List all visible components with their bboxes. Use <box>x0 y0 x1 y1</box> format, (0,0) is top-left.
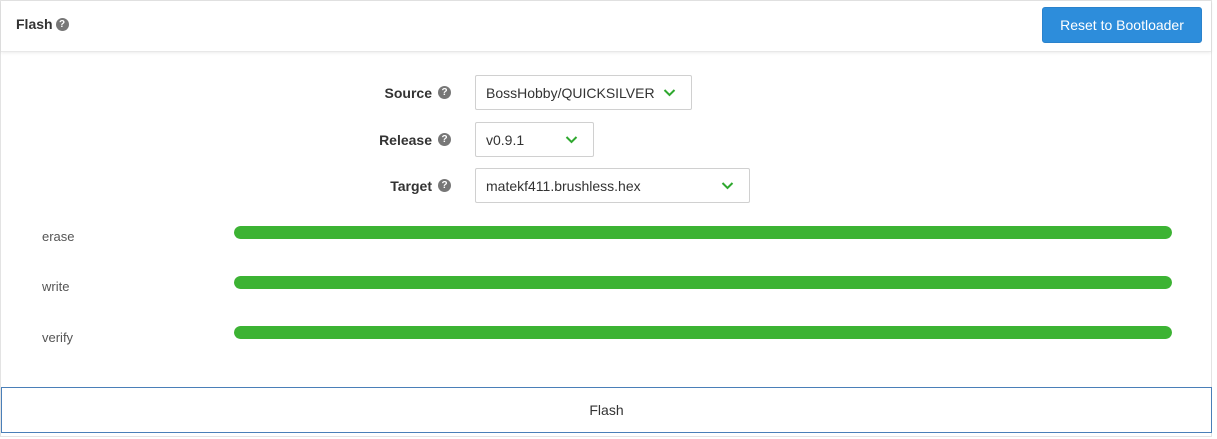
target-select-value: matekf411.brushless.hex <box>486 177 641 194</box>
question-circle-icon[interactable]: ? <box>438 86 451 99</box>
page-title: Flash ? <box>16 16 69 32</box>
page-title-text: Flash <box>16 16 53 32</box>
source-select-value: BossHobby/QUICKSILVER <box>486 84 655 101</box>
progress-label: erase <box>42 229 75 244</box>
release-row: Release ? v0.9.1 <box>1 122 1211 157</box>
flash-button[interactable]: Flash <box>1 387 1212 433</box>
progress-fill <box>234 276 1172 289</box>
source-label: Source ? <box>385 75 451 110</box>
panel-header: Flash ? Reset to Bootloader <box>1 1 1211 52</box>
chevron-down-icon <box>721 182 734 190</box>
target-label-text: Target <box>390 177 432 194</box>
chevron-down-icon <box>565 136 578 144</box>
question-circle-icon[interactable]: ? <box>55 17 69 31</box>
progress-label: write <box>42 279 70 294</box>
target-label: Target ? <box>390 168 451 203</box>
progress-fill <box>234 326 1172 339</box>
target-row: Target ? matekf411.brushless.hex <box>1 168 1211 203</box>
release-label-text: Release <box>379 131 432 148</box>
progress-bar-erase <box>234 226 1172 239</box>
release-label: Release ? <box>379 122 451 157</box>
source-label-text: Source <box>384 84 432 101</box>
progress-bar-write <box>234 276 1172 289</box>
source-row: Source ? BossHobby/QUICKSILVER <box>1 75 1211 110</box>
release-select-value: v0.9.1 <box>486 131 525 148</box>
question-circle-icon[interactable]: ? <box>438 133 451 146</box>
progress-row-erase: erase <box>1 226 1211 246</box>
progress-row-write: write <box>1 276 1211 296</box>
progress-row-verify: verify <box>1 326 1211 346</box>
progress-bar-verify <box>234 326 1172 339</box>
reset-to-bootloader-button[interactable]: Reset to Bootloader <box>1042 7 1202 43</box>
question-circle-icon[interactable]: ? <box>438 179 451 192</box>
flash-panel: Flash ? Reset to Bootloader Source ? Bos… <box>0 0 1212 437</box>
source-select[interactable]: BossHobby/QUICKSILVER <box>475 75 692 110</box>
chevron-down-icon <box>663 89 676 97</box>
progress-fill <box>234 226 1172 239</box>
progress-label: verify <box>42 330 74 345</box>
release-select[interactable]: v0.9.1 <box>475 122 594 157</box>
target-select[interactable]: matekf411.brushless.hex <box>475 168 750 203</box>
